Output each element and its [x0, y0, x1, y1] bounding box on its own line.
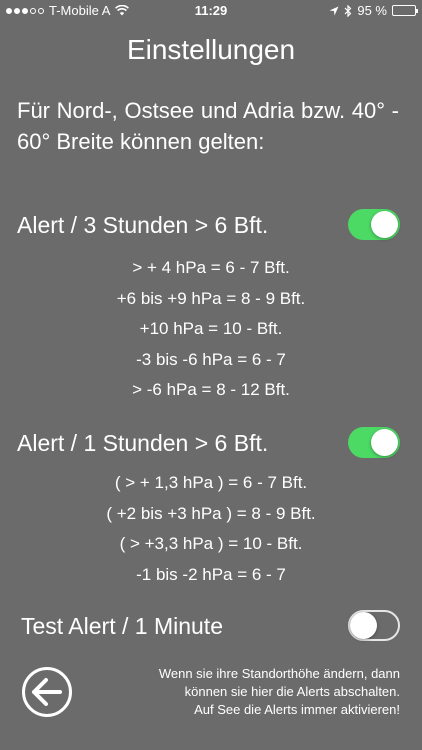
alert-1h-row: Alert / 1 Stunden > 6 Bft. — [0, 424, 422, 464]
rule-item: +6 bis +9 hPa = 8 - 9 Bft. — [116, 288, 306, 308]
alert-3h-toggle[interactable] — [348, 209, 400, 240]
rule-item: ( > + 1,3 hPa ) = 6 - 7 Bft. — [114, 473, 308, 492]
battery-percent: 95 % — [357, 3, 387, 18]
test-alert-label: Test Alert / 1 Minute — [21, 613, 223, 639]
footer-line: Auf See die Alerts immer aktivieren! — [194, 702, 400, 717]
test-alert-row: Test Alert / 1 Minute — [0, 607, 422, 647]
alert-3h-row: Alert / 3 Stunden > 6 Bft. — [0, 206, 422, 246]
intro-text: Für Nord-, Ostsee und Adria bzw. 40° - 6… — [17, 98, 399, 154]
battery-icon — [392, 5, 418, 16]
rule-item: > -6 hPa = 8 - 12 Bft. — [132, 380, 290, 399]
footer-note: Wenn sie ihre Standorthöhe ändern, dann … — [100, 665, 400, 719]
rule-item: +10 hPa = 10 - Bft. — [139, 319, 283, 338]
location-arrow-icon — [329, 6, 339, 15]
alert-3h-label: Alert / 3 Stunden > 6 Bft. — [17, 212, 269, 238]
alert-3h-rules: > + 4 hPa = 6 - 7 Bft. +6 bis +9 hPa = 8… — [0, 253, 422, 406]
toggle-knob — [350, 612, 377, 639]
status-bar: T-Mobile A 11:29 95 % — [0, 0, 422, 22]
rule-item: ( > +3,3 hPa ) = 10 - Bft. — [119, 534, 303, 553]
alert-1h-label: Alert / 1 Stunden > 6 Bft. — [17, 430, 269, 456]
toggle-knob — [371, 429, 398, 456]
status-right: 95 % — [329, 3, 418, 18]
toggle-knob — [371, 211, 398, 238]
alert-1h-rules: ( > + 1,3 hPa ) = 6 - 7 Bft. ( +2 bis +3… — [0, 468, 422, 590]
back-button[interactable] — [22, 667, 72, 717]
rule-item: ( +2 bis +3 hPa ) = 8 - 9 Bft. — [106, 503, 316, 523]
bluetooth-icon — [344, 4, 352, 17]
footer-line: Wenn sie ihre Standorthöhe ändern, dann — [158, 666, 400, 681]
rule-item: -1 bis -2 hPa = 6 - 7 — [136, 564, 286, 584]
back-arrow-icon — [32, 678, 62, 706]
footer-line: können sie hier die Alerts abschalten. — [184, 684, 400, 699]
page-title: Einstellungen — [126, 34, 296, 65]
rule-item: -3 bis -6 hPa = 6 - 7 — [136, 349, 286, 369]
test-alert-toggle[interactable] — [348, 610, 400, 641]
alert-1h-toggle[interactable] — [348, 427, 400, 458]
rule-item: > + 4 hPa = 6 - 7 Bft. — [132, 258, 290, 277]
